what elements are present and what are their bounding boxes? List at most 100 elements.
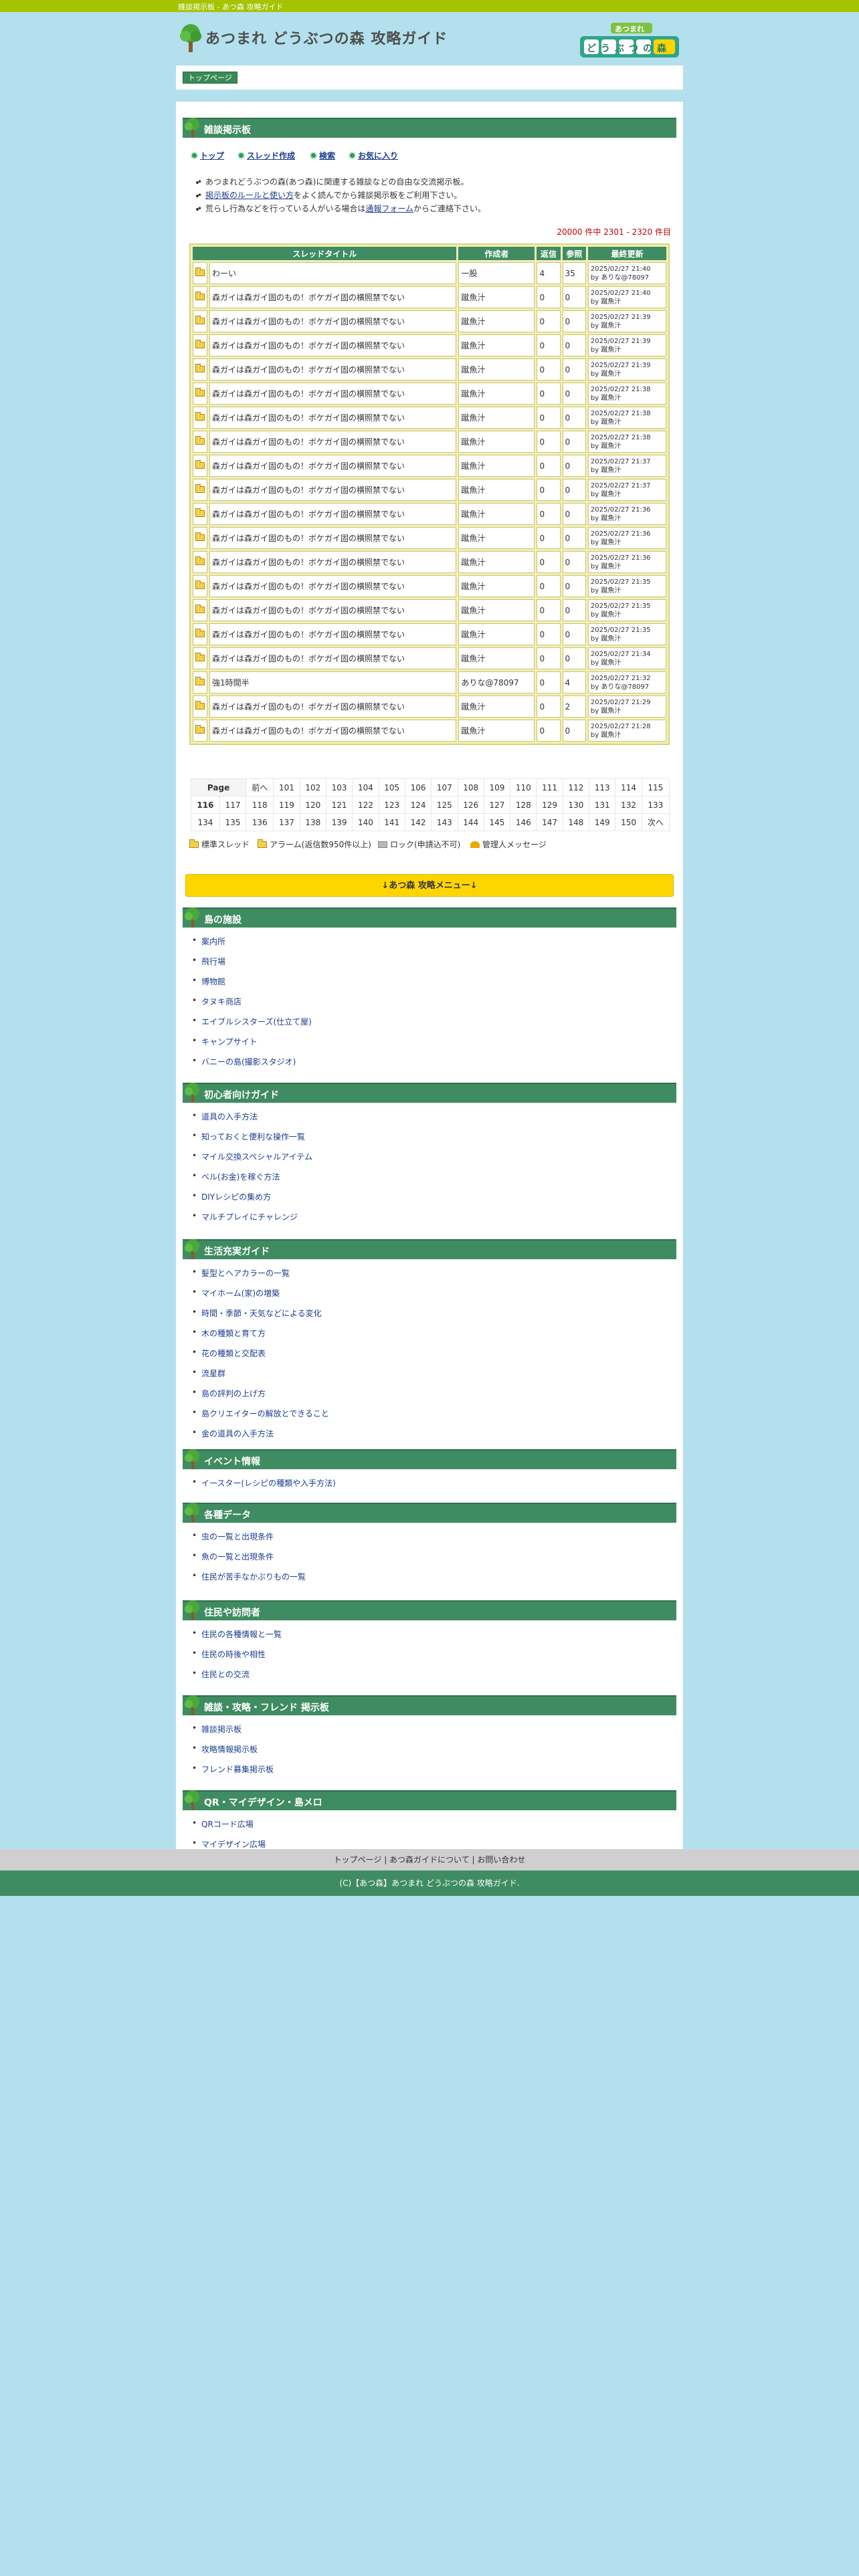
guide-link[interactable]: マイル交換スペシャルアイテム <box>192 1151 312 1162</box>
guide-link[interactable]: 時間・季節・天気などによる変化 <box>192 1307 322 1319</box>
guide-link[interactable]: 魚の一覧と出現条件 <box>192 1551 274 1562</box>
pagination-page[interactable]: 104 <box>352 778 379 796</box>
guide-link[interactable]: 住民との交流 <box>192 1669 250 1680</box>
thread-title-link[interactable]: 森ガイは森ガイ固のもの！ボケガイ固の横照禁でない <box>212 317 405 326</box>
pagination-page[interactable]: 122 <box>352 796 379 814</box>
pagination-page[interactable]: 125 <box>431 796 458 814</box>
guide-link[interactable]: DIYレシピの集め方 <box>192 1191 271 1202</box>
thread-title-link[interactable]: 森ガイは森ガイ固のもの！ボケガイ固の横照禁でない <box>212 534 405 543</box>
thread-title-link[interactable]: 森ガイは森ガイ固のもの！ボケガイ固の横照禁でない <box>212 606 405 615</box>
thread-title-link[interactable]: 森ガイは森ガイ固のもの！ボケガイ固の横照禁でない <box>212 510 405 519</box>
guide-link[interactable]: エイブルシスターズ(仕立て屋) <box>192 1016 312 1027</box>
guide-link[interactable]: 住民が苦手なかぶりもの一覧 <box>192 1571 306 1582</box>
pagination-page[interactable]: 149 <box>589 813 616 831</box>
thread-row[interactable]: 森ガイは森ガイ固のもの！ボケガイ固の横照禁でない 蹴魚汁 0 0 2025/02/27 … <box>193 551 666 573</box>
thread-row[interactable]: 森ガイは森ガイ固のもの！ボケガイ固の横照禁でない 蹴魚汁 0 0 2025/02/27 … <box>193 407 666 429</box>
rules-link[interactable]: 掲示板のルールと使い方 <box>205 191 294 200</box>
pagination-page[interactable]: 137 <box>273 813 300 831</box>
thread-title-link[interactable]: 森ガイは森ガイ固のもの！ボケガイ固の横照禁でない <box>212 341 405 350</box>
breadcrumb-top-link[interactable]: トップページ <box>183 72 237 84</box>
pagination-page[interactable]: 108 <box>457 778 484 796</box>
pagination-page[interactable]: 138 <box>299 813 326 831</box>
thread-title-link[interactable]: 森ガイは森ガイ固のもの！ボケガイ固の横照禁でない <box>212 461 405 471</box>
pagination-page[interactable]: 123 <box>378 796 405 814</box>
guide-link[interactable]: 博物館 <box>192 976 225 987</box>
pagination-page[interactable]: 119 <box>273 796 300 814</box>
report-form-link[interactable]: 通報フォーム <box>365 204 413 213</box>
pagination-page[interactable]: 140 <box>352 813 379 831</box>
thread-row[interactable]: 森ガイは森ガイ固のもの！ボケガイ固の横照禁でない 蹴魚汁 0 0 2025/02/27 … <box>193 334 666 356</box>
guide-link[interactable]: 知っておくと便利な操作一覧 <box>192 1131 305 1142</box>
pagination-page[interactable]: 128 <box>510 796 537 814</box>
pagination-page[interactable]: 117 <box>219 796 247 814</box>
thread-row[interactable]: 森ガイは森ガイ固のもの！ボケガイ固の横照禁でない 蹴魚汁 0 0 2025/02/27 … <box>193 575 666 597</box>
pagination-page[interactable]: 113 <box>589 778 616 796</box>
pagination-page[interactable]: 110 <box>510 778 537 796</box>
guide-link[interactable]: 攻略情報掲示板 <box>192 1743 258 1755</box>
pagination-prev[interactable]: 前へ <box>246 778 274 796</box>
pagination-page[interactable]: 121 <box>325 796 353 814</box>
pagination-page[interactable]: 131 <box>589 796 616 814</box>
thread-title-link[interactable]: 強1時間半 <box>212 678 250 687</box>
guide-link[interactable]: フレンド募集掲示板 <box>192 1763 274 1775</box>
guide-link[interactable]: 飛行場 <box>192 956 225 967</box>
guide-link[interactable]: 住民の各種情報と一覧 <box>192 1628 282 1640</box>
guide-link[interactable]: マイデザイン広場 <box>192 1838 266 1850</box>
guide-link[interactable]: 島の評判の上げ方 <box>192 1388 266 1399</box>
pagination-page[interactable]: 136 <box>246 813 274 831</box>
pagination-page[interactable]: 127 <box>483 796 511 814</box>
thread-title-link[interactable]: 森ガイは森ガイ固のもの！ボケガイ固の横照禁でない <box>212 365 405 374</box>
thread-title-link[interactable]: 森ガイは森ガイ固のもの！ボケガイ固の横照禁でない <box>212 486 405 495</box>
guide-link[interactable]: 島クリエイターの解放とできること <box>192 1408 329 1419</box>
pagination-page[interactable]: 105 <box>378 778 405 796</box>
thread-title-link[interactable]: 森ガイは森ガイ固のもの！ボケガイ固の横照禁でない <box>212 413 405 423</box>
thread-row[interactable]: 森ガイは森ガイ固のもの！ボケガイ固の横照禁でない 蹴魚汁 0 0 2025/02/27 … <box>193 503 666 525</box>
thread-title-link[interactable]: 森ガイは森ガイ固のもの！ボケガイ固の横照禁でない <box>212 702 405 712</box>
thread-title-link[interactable]: わーい <box>212 269 236 278</box>
pagination-page[interactable]: 106 <box>404 778 432 796</box>
pagination-page[interactable]: 145 <box>483 813 511 831</box>
brand-logo[interactable]: あつまれ どうぶつの森 <box>579 21 680 60</box>
pagination-page[interactable]: 109 <box>483 778 511 796</box>
bbs-nav-search[interactable]: 検索 <box>310 150 335 161</box>
pagination-page[interactable]: 147 <box>536 813 563 831</box>
pagination-page[interactable]: 148 <box>562 813 590 831</box>
pagination-page[interactable]: 101 <box>273 778 300 796</box>
thread-row[interactable]: 森ガイは森ガイ固のもの！ボケガイ固の横照禁でない 蹴魚汁 0 0 2025/02/27 … <box>193 310 666 332</box>
guide-link[interactable]: イースター(レシピの種類や入手方法) <box>192 1477 336 1489</box>
thread-row[interactable]: 森ガイは森ガイ固のもの！ボケガイ固の横照禁でない 蹴魚汁 0 0 2025/02/27 … <box>193 383 666 405</box>
thread-row[interactable]: 森ガイは森ガイ固のもの！ボケガイ固の横照禁でない 蹴魚汁 0 0 2025/02/27 … <box>193 286 666 308</box>
pagination-page[interactable]: 139 <box>325 813 353 831</box>
thread-row[interactable]: 森ガイは森ガイ固のもの！ボケガイ固の横照禁でない 蹴魚汁 0 0 2025/02/27 … <box>193 720 666 742</box>
pagination-page[interactable]: 112 <box>562 778 590 796</box>
guide-link[interactable]: キャンプサイト <box>192 1036 258 1047</box>
pagination-page[interactable]: 132 <box>615 796 642 814</box>
thread-row[interactable]: 強1時間半 ありな@78097 0 4 2025/02/27 21:32 by ありな@7… <box>193 671 666 693</box>
pagination-page[interactable]: 143 <box>431 813 458 831</box>
thread-row[interactable]: 森ガイは森ガイ固のもの！ボケガイ固の横照禁でない 蹴魚汁 0 0 2025/02/27 … <box>193 479 666 501</box>
thread-title-link[interactable]: 森ガイは森ガイ固のもの！ボケガイ固の横照禁でない <box>212 582 405 591</box>
thread-title-link[interactable]: 森ガイは森ガイ固のもの！ボケガイ固の横照禁でない <box>212 654 405 663</box>
guide-link[interactable]: 花の種類と交配表 <box>192 1348 266 1359</box>
guide-link[interactable]: 金の道具の入手方法 <box>192 1428 274 1439</box>
pagination-next[interactable]: 次へ <box>641 813 670 831</box>
thread-row[interactable]: 森ガイは森ガイ固のもの！ボケガイ固の横照禁でない 蹴魚汁 0 0 2025/02/27 … <box>193 623 666 645</box>
pagination-page[interactable]: 150 <box>615 813 642 831</box>
bbs-nav-top[interactable]: トップ <box>191 150 224 161</box>
guide-link[interactable]: 案内所 <box>192 936 225 947</box>
thread-row[interactable]: 森ガイは森ガイ固のもの！ボケガイ固の横照禁でない 蹴魚汁 0 0 2025/02/27 … <box>193 358 666 381</box>
pagination-page[interactable]: 107 <box>431 778 458 796</box>
pagination-page[interactable]: 133 <box>641 796 670 814</box>
guide-link[interactable]: 雑談掲示板 <box>192 1723 242 1735</box>
thread-row[interactable]: 森ガイは森ガイ固のもの！ボケガイ固の横照禁でない 蹴魚汁 0 0 2025/02/27 … <box>193 431 666 453</box>
guide-link[interactable]: 虫の一覧と出現条件 <box>192 1531 274 1542</box>
thread-row[interactable]: 森ガイは森ガイ固のもの！ボケガイ固の横照禁でない 蹴魚汁 0 2 2025/02/27 … <box>193 695 666 718</box>
thread-row[interactable]: わーい 一股 4 35 2025/02/27 21:40 by ありな@78097 <box>193 262 666 284</box>
pagination-page[interactable]: 120 <box>299 796 326 814</box>
pagination-page[interactable]: 129 <box>536 796 563 814</box>
guide-link[interactable]: タヌキ商店 <box>192 996 242 1007</box>
thread-title-link[interactable]: 森ガイは森ガイ固のもの！ボケガイ固の横照禁でない <box>212 437 405 447</box>
guide-link[interactable]: QRコード広場 <box>192 1818 254 1830</box>
guide-link[interactable]: 道具の入手方法 <box>192 1111 258 1122</box>
bbs-nav-create-thread[interactable]: スレッド作成 <box>237 150 295 161</box>
